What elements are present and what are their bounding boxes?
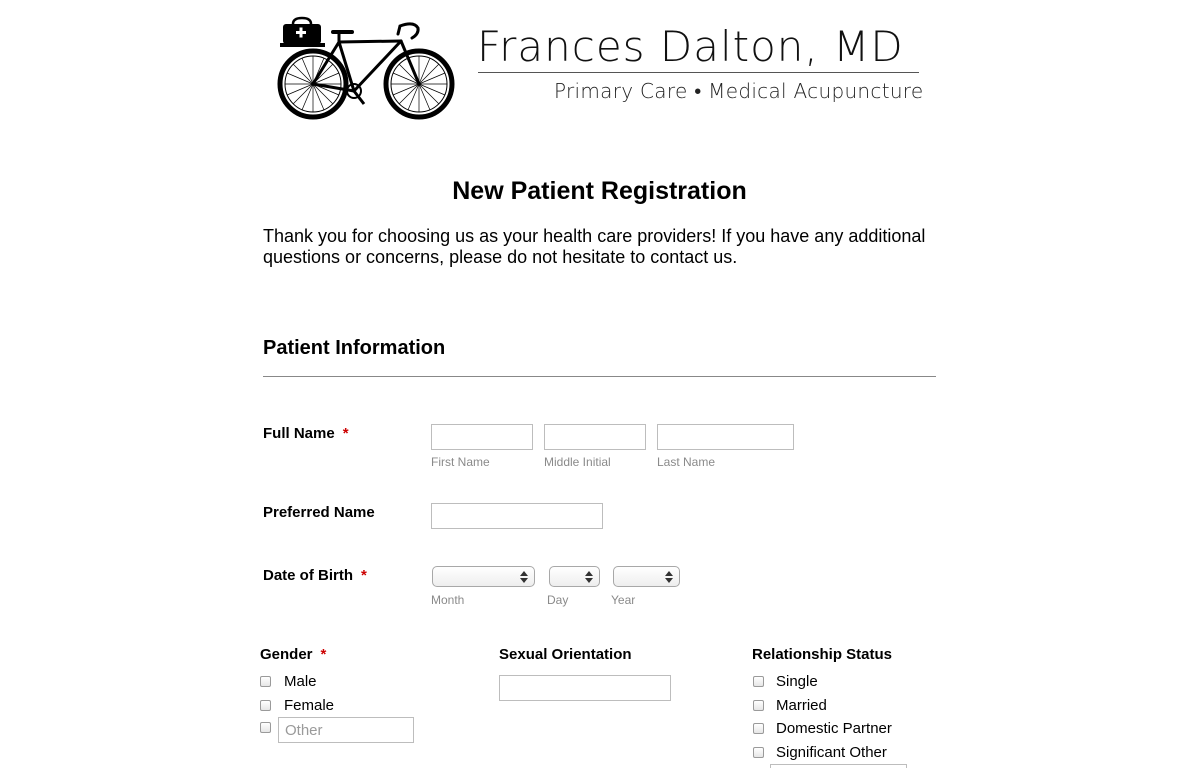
required-marker: * (342, 425, 349, 442)
required-marker: * (361, 567, 367, 584)
dob-month-sublabel: Month (431, 593, 465, 607)
form-intro: Thank you for choosing us as your health… (263, 226, 926, 267)
section-title: Patient Information (263, 337, 446, 359)
select-arrows-icon (665, 570, 673, 583)
full-name-label-text: Full Name (263, 425, 335, 442)
form-title: New Patient Registration (452, 177, 747, 205)
sexual-orientation-label: Sexual Orientation (499, 646, 632, 663)
dob-label-text: Date of Birth (263, 567, 353, 584)
dob-label: Date of Birth * (263, 567, 367, 584)
select-arrows-icon (585, 570, 593, 583)
middle-initial-sublabel: Middle Initial (544, 455, 611, 469)
dob-year-select[interactable] (613, 566, 680, 587)
preferred-name-input[interactable] (431, 503, 603, 529)
brand-name: Frances Dalton, MD (477, 22, 904, 71)
last-name-sublabel: Last Name (657, 455, 716, 469)
first-name-sublabel: First Name (431, 455, 490, 469)
brand-divider (478, 72, 919, 73)
brand-tagline: Primary Care • Medical Acupuncture (554, 79, 924, 103)
relationship-status-label: Relationship Status (752, 646, 893, 663)
dob-day-sublabel: Day (547, 593, 569, 607)
dob-day-select[interactable] (549, 566, 600, 587)
relationship-domestic-partner-label: Domestic Partner (776, 720, 892, 737)
bicycle-with-medical-bag-icon (276, 16, 458, 126)
gender-label-text: Gender (260, 646, 313, 663)
dob-month-select[interactable] (432, 566, 535, 587)
relationship-significant-other-label: Significant Other (776, 744, 887, 761)
first-name-input[interactable] (431, 424, 533, 450)
relationship-domestic-partner-checkbox[interactable] (753, 723, 764, 734)
dob-year-sublabel: Year (611, 593, 636, 607)
sexual-orientation-input[interactable] (499, 675, 671, 701)
gender-other-input[interactable] (278, 717, 414, 743)
preferred-name-label: Preferred Name (263, 504, 375, 521)
relationship-married-checkbox[interactable] (753, 700, 764, 711)
relationship-married-label: Married (776, 697, 827, 714)
gender-label: Gender * (260, 646, 326, 663)
relationship-significant-other-checkbox[interactable] (753, 747, 764, 758)
relationship-single-checkbox[interactable] (753, 676, 764, 687)
gender-female-checkbox[interactable] (260, 700, 271, 711)
last-name-input[interactable] (657, 424, 794, 450)
relationship-other-input[interactable] (770, 764, 907, 768)
middle-initial-input[interactable] (544, 424, 646, 450)
gender-male-label: Male (284, 673, 317, 690)
section-divider (263, 376, 936, 377)
gender-other-checkbox[interactable] (260, 722, 271, 733)
gender-female-label: Female (284, 697, 335, 714)
gender-male-checkbox[interactable] (260, 676, 271, 687)
required-marker: * (320, 646, 327, 663)
select-arrows-icon (520, 570, 528, 583)
full-name-label: Full Name * (263, 425, 349, 442)
relationship-single-label: Single (776, 673, 818, 690)
